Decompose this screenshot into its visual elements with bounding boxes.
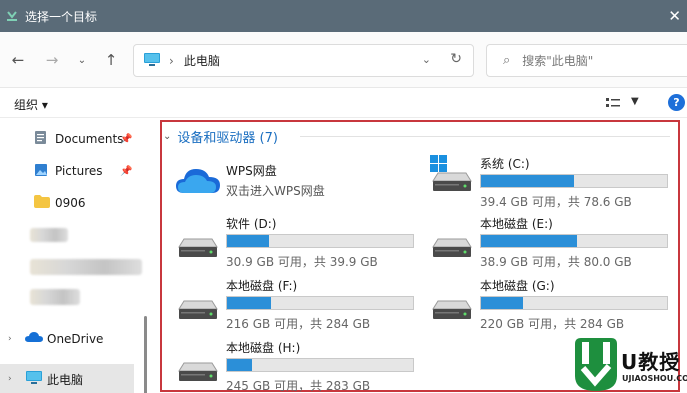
drive-usage-fill xyxy=(481,297,523,309)
title-bar: 选择一个目标 ✕ xyxy=(0,0,687,32)
hard-drive-icon xyxy=(178,237,218,262)
sidebar-item-this-pc[interactable]: › 此电脑 xyxy=(0,364,134,393)
drive-name: 系统 (C:) xyxy=(480,157,530,171)
sidebar-item-pictures[interactable]: Pictures 📌 xyxy=(0,156,150,186)
blurred-item xyxy=(30,228,68,242)
breadcrumb-this-pc[interactable]: 此电脑 xyxy=(184,52,220,69)
sidebar-item-onedrive[interactable]: › OneDrive xyxy=(0,324,150,354)
this-pc-icon xyxy=(25,370,43,388)
drive-tile-g[interactable]: 本地磁盘 (G:) 220 GB 可用，共 284 GB xyxy=(430,277,680,333)
drive-usage-fill xyxy=(481,235,577,247)
back-arrow-icon[interactable]: ← xyxy=(8,50,28,70)
navigation-pane: Documents 📌 Pictures 📌 0906 › OneDrive ›… xyxy=(0,118,150,393)
drive-usage-fill xyxy=(481,175,574,187)
sidebar-item-label: 0906 xyxy=(55,196,86,210)
watermark-logo: U教授 UJIAOSHOU.COM xyxy=(573,336,687,393)
cloud-icon xyxy=(176,166,220,197)
hard-drive-icon xyxy=(432,299,472,324)
drive-name: 本地磁盘 (G:) xyxy=(480,279,555,293)
drive-space-info: 38.9 GB 可用，共 80.0 GB xyxy=(480,255,632,269)
command-bar: 组织 ▾ ▼ ? xyxy=(0,88,687,118)
group-divider xyxy=(300,136,670,137)
drive-usage-bar xyxy=(226,234,414,248)
sidebar-item-0906[interactable]: 0906 xyxy=(0,188,150,218)
organize-button[interactable]: 组织 ▾ xyxy=(14,96,48,113)
up-arrow-icon[interactable]: ↑ xyxy=(101,50,121,70)
navigation-bar: ← → ⌄ ↑ › 此电脑 ⌄ ↻ ⌕ 搜索"此电脑" xyxy=(0,32,687,88)
drive-usage-bar xyxy=(480,174,668,188)
pictures-icon xyxy=(34,163,48,180)
sidebar-item-label: Documents xyxy=(55,132,124,146)
forward-arrow-icon[interactable]: → xyxy=(42,50,62,70)
watermark-domain: UJIAOSHOU.COM xyxy=(622,374,687,383)
drive-tile-e[interactable]: 本地磁盘 (E:) 38.9 GB 可用，共 80.0 GB xyxy=(430,215,680,271)
window-title: 选择一个目标 xyxy=(25,9,98,24)
drive-usage-bar xyxy=(226,296,414,310)
drive-name: 本地磁盘 (F:) xyxy=(226,279,298,293)
chevron-down-icon[interactable]: ⌄ xyxy=(422,53,431,66)
drive-usage-bar xyxy=(480,234,668,248)
drive-tile-h[interactable]: 本地磁盘 (H:) 245 GB 可用，共 283 GB xyxy=(176,339,426,393)
sidebar-item-documents[interactable]: Documents 📌 xyxy=(0,124,150,154)
monitor-icon xyxy=(143,52,161,70)
sidebar-item-label: Pictures xyxy=(55,164,103,178)
sidebar-item-label: 此电脑 xyxy=(47,372,84,387)
drive-usage-bar xyxy=(480,296,668,310)
onedrive-icon xyxy=(25,332,43,346)
drive-space-info: 245 GB 可用，共 283 GB xyxy=(226,379,371,393)
drive-usage-fill xyxy=(227,235,270,247)
refresh-icon[interactable]: ↻ xyxy=(450,51,462,67)
drive-name: WPS网盘 xyxy=(226,164,277,178)
drive-space-info: 216 GB 可用，共 284 GB xyxy=(226,317,371,331)
close-icon[interactable]: ✕ xyxy=(668,7,681,25)
help-icon[interactable]: ? xyxy=(668,94,685,111)
group-title: 设备和驱动器 (7) xyxy=(177,131,278,146)
blurred-item xyxy=(30,259,142,275)
drive-space-info: 39.4 GB 可用，共 78.6 GB xyxy=(480,195,632,209)
drive-tile-wps[interactable]: WPS网盘 双击进入WPS网盘 xyxy=(176,162,426,218)
drive-subtitle: 双击进入WPS网盘 xyxy=(226,184,325,198)
chevron-right-icon: › xyxy=(169,53,174,68)
watermark-brand: U教授 xyxy=(621,350,681,374)
app-icon xyxy=(6,10,18,22)
hard-drive-icon xyxy=(432,237,472,262)
view-options-icon[interactable] xyxy=(606,97,620,109)
address-bar[interactable]: › 此电脑 ⌄ ↻ xyxy=(133,44,474,77)
recent-dropdown-icon[interactable]: ⌄ xyxy=(72,50,92,70)
drive-usage-fill xyxy=(227,297,272,309)
hard-drive-icon xyxy=(432,171,472,196)
drive-usage-fill xyxy=(227,359,252,371)
chevron-down-icon[interactable]: ⌄ xyxy=(163,131,171,142)
drive-space-info: 30.9 GB 可用，共 39.9 GB xyxy=(226,255,378,269)
pin-icon[interactable]: 📌 xyxy=(120,134,132,145)
chevron-right-icon[interactable]: › xyxy=(8,374,12,384)
chevron-right-icon[interactable]: › xyxy=(8,334,12,344)
drive-tile-f[interactable]: 本地磁盘 (F:) 216 GB 可用，共 284 GB xyxy=(176,277,426,333)
hard-drive-icon xyxy=(178,299,218,324)
drive-usage-bar xyxy=(226,358,414,372)
documents-icon xyxy=(34,130,47,148)
drive-space-info: 220 GB 可用，共 284 GB xyxy=(480,317,625,331)
pin-icon[interactable]: 📌 xyxy=(120,166,132,177)
devices-group-header[interactable]: ⌄ 设备和驱动器 (7) xyxy=(163,127,278,146)
search-placeholder: 搜索"此电脑" xyxy=(522,54,594,68)
drive-tile-c[interactable]: 系统 (C:) 39.4 GB 可用，共 78.6 GB xyxy=(430,155,680,211)
search-icon: ⌕ xyxy=(503,53,511,68)
drive-name: 本地磁盘 (H:) xyxy=(226,341,301,355)
search-box[interactable]: ⌕ 搜索"此电脑" xyxy=(486,44,687,77)
drive-tile-d[interactable]: 软件 (D:) 30.9 GB 可用，共 39.9 GB xyxy=(176,215,426,271)
folder-icon xyxy=(34,195,50,211)
hard-drive-icon xyxy=(178,361,218,386)
blurred-item xyxy=(30,289,80,305)
drive-name: 本地磁盘 (E:) xyxy=(480,217,553,231)
sidebar-item-label: OneDrive xyxy=(47,332,104,346)
view-dropdown-icon[interactable]: ▼ xyxy=(631,96,639,107)
drive-name: 软件 (D:) xyxy=(226,217,277,231)
